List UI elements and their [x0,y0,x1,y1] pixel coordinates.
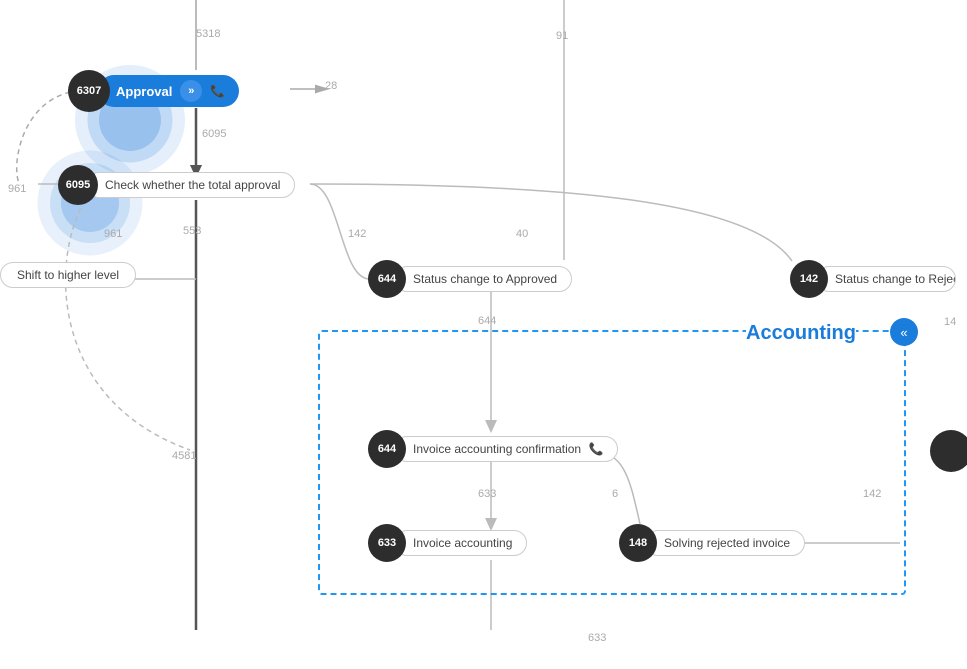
node-6307[interactable]: 6307 Approval » 📞 [68,70,239,112]
badge-6307: 6307 [68,70,110,112]
flow-label-28: 28 [325,80,337,92]
phone-icon: 📞 [210,84,225,98]
flow-label-142-mid: 142 [348,228,366,240]
badge-644-invoice: 644 [368,430,406,468]
flow-label-961-left: 961 [8,183,26,195]
flow-label-40: 40 [516,228,528,240]
accounting-label: Accounting [746,322,856,345]
badge-633: 633 [368,524,406,562]
badge-partial-right [930,430,967,472]
flow-label-4581: 4581 [172,450,196,462]
pill-6095: Check whether the total approval [86,172,295,198]
pill-148: Solving rejected invoice [645,530,805,556]
flow-label-5318: 5318 [196,28,220,40]
pill-644-invoice: Invoice accounting confirmation 📞 [394,436,618,462]
flow-label-14: 14 [944,316,956,328]
flow-label-6095: 6095 [202,128,226,140]
flow-label-553: 553 [183,225,201,237]
badge-6095: 6095 [58,165,98,205]
node-148-solving[interactable]: 148 Solving rejected invoice [619,524,805,562]
node-142-status-rejected[interactable]: 142 Status change to Rejected [790,260,956,298]
flow-label-961-bottom: 961 [104,228,122,240]
badge-148: 148 [619,524,657,562]
chevron-right-icon: » [180,80,202,102]
pill-approval: Approval » 📞 [98,75,239,107]
pill-633: Invoice accounting [394,530,527,556]
process-flow-canvas: 5318 28 6095 961 961 553 142 40 91 644 4… [0,0,967,669]
pill-644-approved: Status change to Approved [394,266,572,292]
badge-644-approved: 644 [368,260,406,298]
flow-label-644-mid: 644 [478,315,496,327]
node-633-invoice[interactable]: 633 Invoice accounting [368,524,527,562]
node-shift-higher[interactable]: Shift to higher level [0,262,136,288]
badge-142-rejected: 142 [790,260,828,298]
accounting-collapse-button[interactable]: « [890,318,918,346]
flow-label-633-bottom: 633 [588,632,606,644]
pill-142-rejected: Status change to Rejected [816,266,956,292]
phone-icon-invoice: 📞 [588,442,603,456]
flow-label-91: 91 [556,30,568,42]
node-6095[interactable]: 6095 Check whether the total approval [58,165,295,205]
node-644-invoice-confirm[interactable]: 644 Invoice accounting confirmation 📞 [368,430,618,468]
node-644-status-approved[interactable]: 644 Status change to Approved [368,260,572,298]
